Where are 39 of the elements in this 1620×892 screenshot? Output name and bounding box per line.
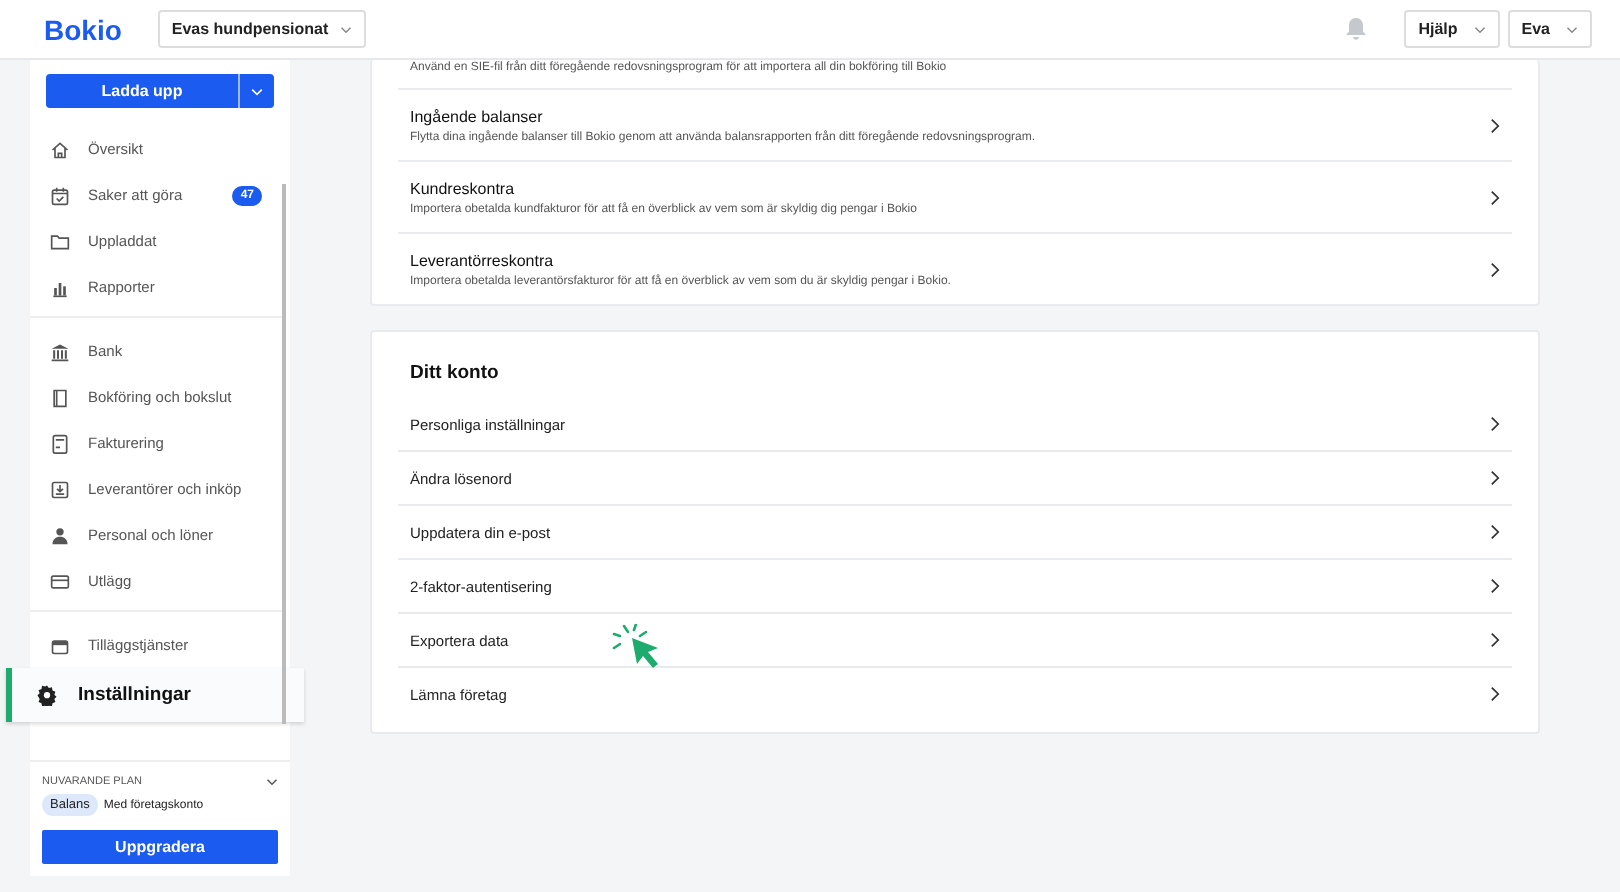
logo[interactable]: Bokio: [44, 13, 122, 45]
chevron-right-icon: [1490, 189, 1500, 205]
store-icon: [50, 635, 70, 655]
upload-dropdown-button[interactable]: [238, 74, 274, 108]
caret-icon[interactable]: [266, 778, 278, 786]
chevron-right-icon: [1490, 686, 1500, 702]
caret-icon: [1566, 25, 1578, 33]
company-selector[interactable]: Evas hundpensionat: [157, 10, 367, 48]
chevron-right-icon: [1490, 470, 1500, 486]
user-menu-button[interactable]: Eva: [1507, 10, 1592, 48]
card-icon: [50, 571, 70, 591]
chevron-right-icon: [1490, 632, 1500, 648]
home-icon: [50, 139, 70, 159]
folder-icon: [50, 231, 70, 251]
row-title: Ingående balanser: [410, 107, 545, 125]
inbox-icon: [50, 479, 70, 499]
card-title: Ditt konto: [410, 362, 501, 384]
book-icon: [50, 387, 70, 407]
gear-icon: [36, 684, 58, 706]
nav-item[interactable]: Inställningar: [6, 668, 304, 722]
bank-icon: [50, 341, 70, 361]
chevron-right-icon: [1490, 578, 1500, 594]
caret-icon: [340, 25, 353, 33]
upgrade-button[interactable]: Uppgradera: [42, 830, 278, 864]
invoice-icon: [50, 433, 70, 453]
chevron-right-icon: [1490, 524, 1500, 540]
row-title: Leverantörreskontra: [410, 251, 556, 269]
help-menu-button[interactable]: Hjälp: [1404, 10, 1500, 48]
chevron-right-icon: [1490, 261, 1500, 277]
calendar-icon: [50, 185, 70, 205]
caret-icon: [1473, 25, 1486, 33]
chart-icon: [50, 277, 70, 297]
person-icon: [50, 525, 70, 545]
row-title: Kundreskontra: [410, 179, 517, 197]
chevron-right-icon: [1490, 416, 1500, 432]
chevron-right-icon: [1490, 117, 1500, 133]
upload-button[interactable]: Ladda upp: [46, 74, 238, 108]
nav-label: Inställningar: [78, 684, 191, 706]
caret-icon: [250, 87, 264, 95]
